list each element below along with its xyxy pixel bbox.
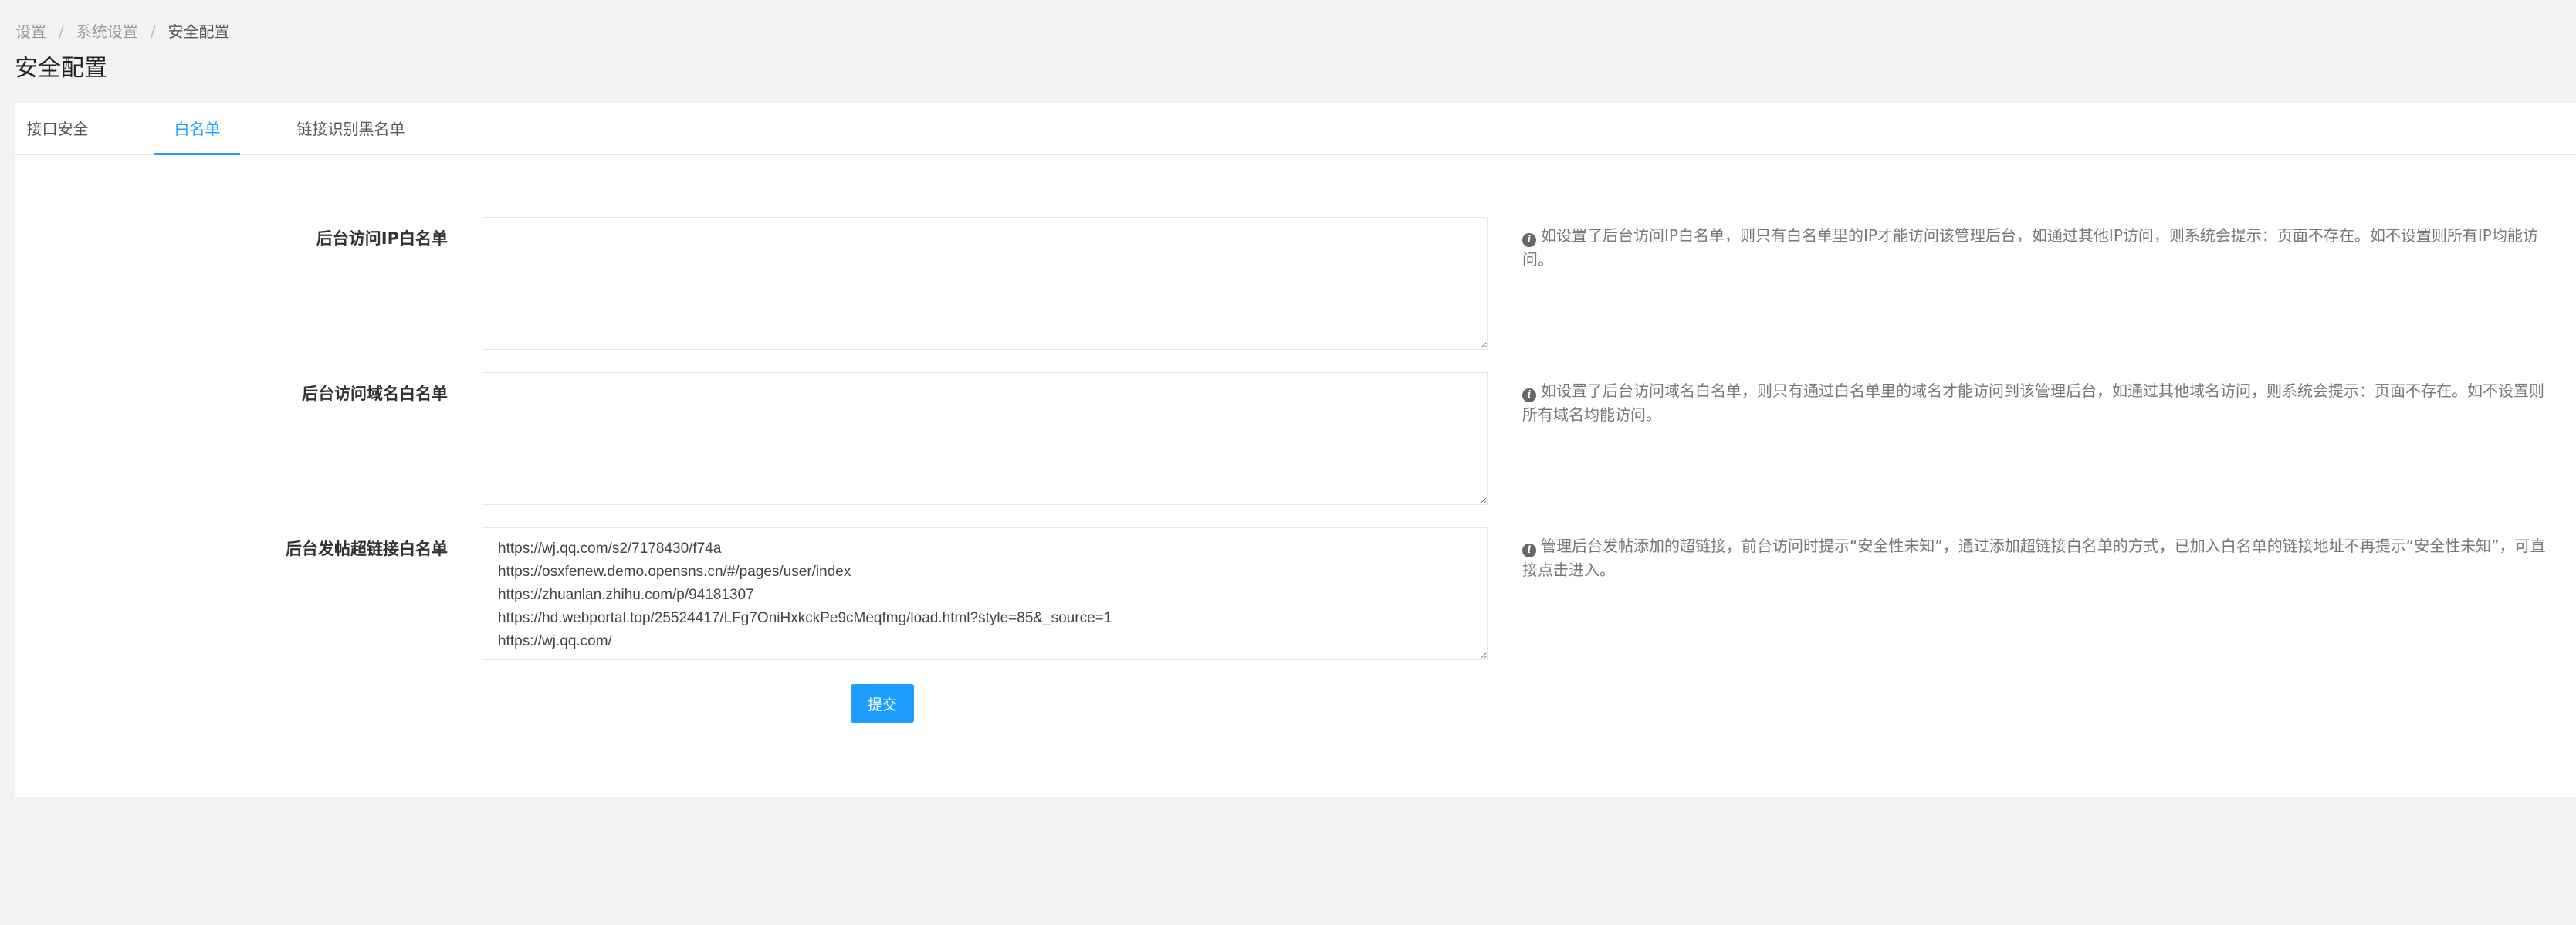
hyperlink-whitelist-label: 后台发帖超链接白名单 — [286, 540, 448, 558]
breadcrumb-item-system-settings[interactable]: 系统设置 — [76, 21, 138, 42]
breadcrumb-separator: / — [59, 22, 64, 41]
info-circle-icon: i — [1522, 232, 1536, 247]
breadcrumb: 设置 / 系统设置 / 安全配置 — [15, 21, 230, 42]
ip-whitelist-label: 后台访问IP白名单 — [316, 229, 448, 248]
info-circle-icon: i — [1522, 543, 1536, 557]
breadcrumb-item-current: 安全配置 — [168, 22, 230, 41]
domain-whitelist-help-text: 如设置了后台访问域名白名单，则只有通过白名单里的域名才能访问到该管理后台，如通过… — [1522, 381, 2544, 424]
hyperlink-whitelist-help: i 管理后台发帖添加的超链接，前台访问时提示“安全性未知”，通过添加超链接白名单的… — [1522, 534, 2549, 582]
tab-link-blacklist[interactable]: 链接识别黑名单 — [280, 103, 421, 155]
content-card: 接口安全 白名单 链接识别黑名单 后台访问IP白名单 i 如设置了后台访问IP白名… — [15, 103, 2576, 797]
tab-api-security[interactable]: 接口安全 — [15, 103, 100, 155]
breadcrumb-item-settings[interactable]: 设置 — [15, 21, 46, 42]
domain-whitelist-help: i 如设置了后台访问域名白名单，则只有通过白名单里的域名才能访问到该管理后台，如通… — [1522, 379, 2549, 427]
breadcrumb-separator: / — [150, 22, 156, 41]
domain-whitelist-label: 后台访问域名白名单 — [302, 385, 448, 403]
ip-whitelist-help: i 如设置了后台访问IP白名单，则只有白名单里的IP才能访问该管理后台，如通过其他… — [1522, 224, 2549, 272]
submit-button[interactable]: 提交 — [851, 684, 914, 723]
domain-whitelist-textarea[interactable] — [482, 372, 1488, 505]
ip-whitelist-textarea[interactable] — [482, 217, 1488, 350]
tab-whitelist[interactable]: 白名单 — [154, 103, 240, 155]
info-circle-icon: i — [1522, 388, 1536, 402]
tab-bar: 接口安全 白名单 链接识别黑名单 — [15, 103, 2576, 155]
hyperlink-whitelist-help-text: 管理后台发帖添加的超链接，前台访问时提示“安全性未知”，通过添加超链接白名单的方… — [1522, 537, 2546, 579]
hyperlink-whitelist-textarea[interactable] — [482, 527, 1488, 660]
page-title: 安全配置 — [15, 55, 107, 82]
ip-whitelist-help-text: 如设置了后台访问IP白名单，则只有白名单里的IP才能访问该管理后台，如通过其他I… — [1522, 226, 2538, 269]
